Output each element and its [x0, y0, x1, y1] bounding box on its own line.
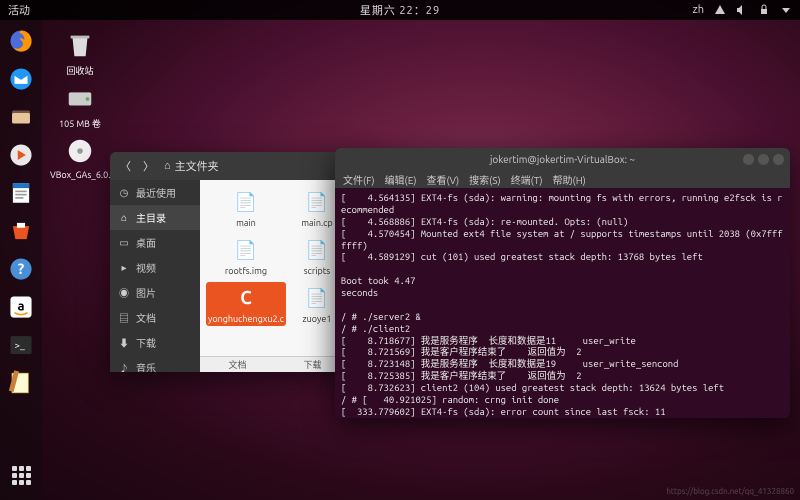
- menu-edit[interactable]: 编辑(E): [385, 172, 417, 187]
- terminal-title: jokertim@jokertim-VirtualBox: ~: [490, 154, 635, 165]
- menu-view[interactable]: 查看(V): [426, 172, 459, 187]
- file-manager-sidebar: ◷最近使用 ⌂主目录 ▭桌面 ▸视频 ◉图片 ▤文档 ⬇下载 ♪音乐 🗑回收站 …: [110, 180, 200, 372]
- c-file-icon: C: [232, 284, 260, 312]
- sidebar-item-pictures[interactable]: ◉图片: [110, 280, 200, 305]
- dock: ? a >_: [0, 20, 42, 500]
- menu-help[interactable]: 帮助(H): [553, 172, 586, 187]
- file-icon: 📄: [303, 284, 331, 312]
- file-icon: 📄: [232, 236, 260, 264]
- dock-rhythmbox[interactable]: [6, 140, 36, 170]
- sidebar-item-documents[interactable]: ▤文档: [110, 305, 200, 330]
- maximize-button[interactable]: [758, 154, 769, 165]
- nav-forward-icon[interactable]: 〉: [139, 156, 158, 176]
- sidebar-item-recent[interactable]: ◷最近使用: [110, 180, 200, 205]
- sidebar-item-home[interactable]: ⌂主目录: [110, 205, 200, 230]
- clock-icon: ◷: [118, 187, 130, 199]
- activities-button[interactable]: 活动: [8, 2, 30, 18]
- file-icon: 📄: [303, 188, 331, 216]
- clock[interactable]: 星期六 22：29: [360, 2, 440, 18]
- file-manager-content[interactable]: 📄main 📄main.cp 📄rootfs.img 📄scripts Cyon…: [200, 180, 350, 372]
- sidebar-item-desktop[interactable]: ▭桌面: [110, 230, 200, 255]
- power-icon[interactable]: [780, 4, 792, 16]
- file-icon: 📄: [232, 188, 260, 216]
- file-manager-statusbar: 文档下载: [200, 356, 350, 372]
- desktop-icons: 回收站 105 MB 卷 VBox_GAs_6.0.12: [50, 28, 110, 180]
- dock-files[interactable]: [6, 102, 36, 132]
- terminal-menubar: 文件(F) 编辑(E) 查看(V) 搜索(S) 终端(T) 帮助(H): [335, 170, 790, 188]
- desktop-icon: ▭: [118, 237, 130, 249]
- file-manager-window: 〈 〉 ⌂ 主文件夹 ◷最近使用 ⌂主目录 ▭桌面 ▸视频 ◉图片 ▤文档 ⬇下…: [110, 152, 350, 372]
- video-icon: ▸: [118, 262, 130, 274]
- music-icon: ♪: [118, 360, 130, 372]
- dock-firefox[interactable]: [6, 26, 36, 56]
- file-item[interactable]: 📄rootfs.img: [206, 234, 286, 278]
- sidebar-item-downloads[interactable]: ⬇下载: [110, 330, 200, 355]
- volume-icon[interactable]: [736, 4, 748, 16]
- file-item-selected[interactable]: Cyonghuchengxu2.c: [206, 282, 286, 326]
- file-icon: 📄: [303, 236, 331, 264]
- document-icon: ▤: [118, 310, 130, 325]
- home-icon: ⌂: [118, 212, 130, 224]
- svg-text:>_: >_: [15, 339, 25, 350]
- desktop-volume-label: 105 MB 卷: [50, 117, 110, 130]
- terminal-window: jokertim@jokertim-VirtualBox: ~ 文件(F) 编辑…: [335, 148, 790, 418]
- dock-help[interactable]: ?: [6, 254, 36, 284]
- dock-text-editor[interactable]: [6, 368, 36, 398]
- dock-show-apps[interactable]: [6, 460, 36, 490]
- camera-icon: ◉: [118, 285, 130, 300]
- top-bar: 活动 星期六 22：29 zh: [0, 0, 800, 20]
- desktop-vbox-label: VBox_GAs_6.0.12: [50, 170, 110, 180]
- close-button[interactable]: [773, 154, 784, 165]
- disc-icon: [63, 134, 97, 168]
- sidebar-item-music[interactable]: ♪音乐: [110, 355, 200, 372]
- svg-text:a: a: [17, 299, 24, 313]
- svg-text:?: ?: [18, 260, 25, 277]
- drive-icon: [63, 81, 97, 115]
- file-item[interactable]: 📄main: [206, 186, 286, 230]
- download-icon: ⬇: [118, 335, 130, 350]
- dock-thunderbird[interactable]: [6, 64, 36, 94]
- trash-icon: [63, 28, 97, 62]
- desktop-vbox-ga[interactable]: VBox_GAs_6.0.12: [50, 134, 110, 180]
- file-manager-header[interactable]: 〈 〉 ⌂ 主文件夹: [110, 152, 350, 180]
- lock-icon[interactable]: [758, 4, 770, 16]
- desktop-trash-label: 回收站: [50, 64, 110, 77]
- watermark: https://blog.csdn.net/qq_41328860: [666, 487, 794, 496]
- menu-search[interactable]: 搜索(S): [469, 172, 501, 187]
- home-icon[interactable]: ⌂: [164, 160, 171, 172]
- dock-writer[interactable]: [6, 178, 36, 208]
- menu-terminal[interactable]: 终端(T): [511, 172, 543, 187]
- sidebar-item-videos[interactable]: ▸视频: [110, 255, 200, 280]
- terminal-titlebar[interactable]: jokertim@jokertim-VirtualBox: ~: [335, 148, 790, 170]
- menu-file[interactable]: 文件(F): [343, 172, 375, 187]
- nav-back-icon[interactable]: 〈: [116, 156, 135, 176]
- breadcrumb-home[interactable]: 主文件夹: [175, 158, 219, 174]
- desktop-volume[interactable]: 105 MB 卷: [50, 81, 110, 130]
- dock-amazon[interactable]: a: [6, 292, 36, 322]
- input-method-indicator[interactable]: zh: [693, 4, 704, 16]
- network-icon[interactable]: [714, 4, 726, 16]
- dock-terminal[interactable]: >_: [6, 330, 36, 360]
- minimize-button[interactable]: [743, 154, 754, 165]
- terminal-output[interactable]: [ 4.564135] EXT4-fs (sda): warning: moun…: [335, 188, 790, 418]
- dock-software[interactable]: [6, 216, 36, 246]
- desktop-trash[interactable]: 回收站: [50, 28, 110, 77]
